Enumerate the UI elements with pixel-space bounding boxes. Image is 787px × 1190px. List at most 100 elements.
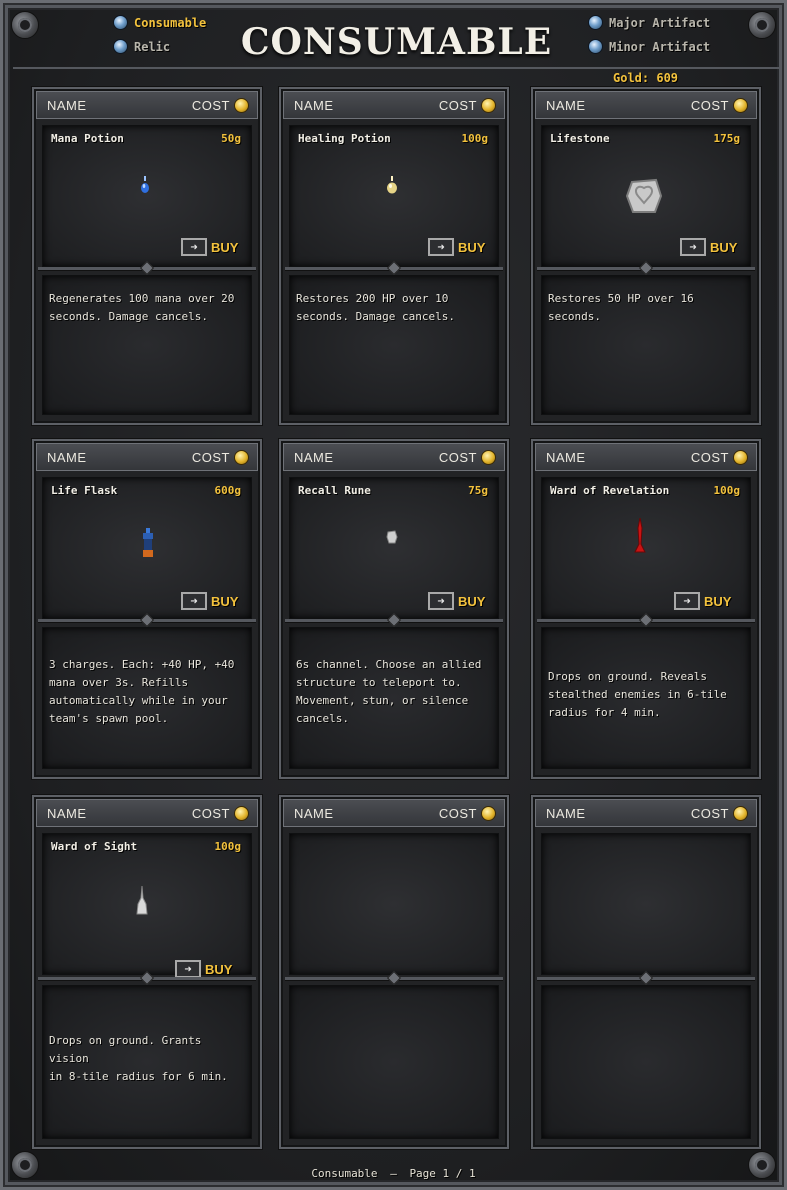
item-name: Life Flask — [51, 484, 118, 497]
arrow-right-icon: ➜ — [181, 592, 207, 610]
divider — [285, 977, 503, 980]
name-column-label: NAME — [546, 97, 586, 113]
item-preview: Lifestone 175g ➜ BUY — [541, 125, 751, 267]
mana-potion-icon — [141, 176, 149, 193]
item-price: 100g — [214, 840, 242, 853]
shop-window: CONSUMABLE Consumable Relic Major Artifa… — [0, 0, 787, 1190]
divider — [38, 267, 256, 270]
description-line: seconds. Damage cancels. — [49, 310, 208, 323]
shop-card: NAME COST Mana Potion 50g ➜ BUY Regenera… — [32, 87, 262, 425]
divider — [285, 619, 503, 622]
shop-card: NAME COST Lifestone 175g ➜ BUY Restores … — [531, 87, 761, 425]
buy-button[interactable]: ➜ BUY — [428, 592, 485, 610]
buy-button[interactable]: ➜ BUY — [428, 238, 485, 256]
name-column-label: NAME — [294, 449, 334, 465]
buy-button[interactable]: ➜ BUY — [674, 592, 731, 610]
item-description-panel: Restores 200 HP over 10 seconds. Damage … — [289, 275, 499, 415]
healing-potion-icon — [387, 176, 397, 194]
item-description-panel: 3 charges. Each: +40 HP, +40 mana over 3… — [42, 627, 252, 769]
item-description: Drops on ground. Reveals stealthed enemi… — [548, 668, 744, 722]
cost-column: COST — [191, 805, 249, 821]
name-column-label: NAME — [546, 805, 586, 821]
cost-column: COST — [691, 97, 748, 113]
name-column-label: NAME — [47, 449, 87, 465]
card-header: NAME COST — [36, 91, 258, 119]
tab-label: Minor Artifact — [609, 39, 711, 54]
ward-of-sight-icon — [136, 886, 148, 915]
coin-icon — [481, 449, 496, 465]
tab-relic[interactable]: Relic — [113, 39, 170, 54]
coin-icon — [733, 805, 748, 821]
name-column-label: NAME — [47, 97, 87, 113]
item-preview: Ward of Revelation 100g ➜ BUY — [541, 477, 751, 619]
divider — [537, 977, 755, 980]
item-name: Recall Rune — [298, 484, 371, 497]
item-price: 175g — [713, 132, 741, 145]
divider — [285, 267, 503, 270]
description-line: stealthed enemies in 6-tile — [548, 688, 727, 701]
recall-rune-icon — [386, 530, 398, 544]
cost-column: COST — [690, 805, 748, 821]
tab-label: Relic — [134, 39, 171, 54]
shop-card: NAME COST Ward of Sight 100g ➜ BUY Drops… — [32, 795, 262, 1149]
cost-column-label: COST — [438, 97, 477, 113]
empty-shop-card: NAME COST — [279, 795, 509, 1149]
description-line: mana over 3s. Refills — [49, 676, 189, 689]
gold-counter: Gold: 609 — [613, 71, 679, 85]
divider — [537, 619, 755, 622]
description-line: Drops on ground. Reveals — [548, 670, 707, 683]
tab-consumable[interactable]: Consumable — [113, 15, 206, 30]
tab-minor-artifact[interactable]: Minor Artifact — [588, 39, 710, 54]
buy-label: BUY — [704, 593, 732, 609]
description-line: Restores 200 HP over 10 — [296, 292, 449, 305]
buy-label: BUY — [211, 593, 239, 609]
buy-button[interactable]: ➜ BUY — [680, 238, 737, 256]
description-line: structure to teleport to. — [296, 676, 462, 689]
gem-icon — [588, 39, 603, 54]
item-price: 100g — [461, 132, 489, 145]
item-description-panel: 6s channel. Choose an allied structure t… — [289, 627, 499, 769]
buy-label: BUY — [211, 239, 239, 255]
item-description: Restores 50 HP over 16 seconds. — [548, 290, 744, 326]
item-price: 75g — [468, 484, 488, 497]
description-line: seconds. — [548, 310, 601, 323]
footer-page: Page 1 / 1 — [409, 1167, 476, 1180]
coin-icon — [733, 97, 748, 113]
card-header: NAME COST — [283, 799, 505, 827]
cost-column: COST — [192, 449, 249, 465]
coin-icon — [234, 805, 249, 821]
item-price: 100g — [713, 484, 741, 497]
cost-column: COST — [438, 449, 496, 465]
name-column-label: NAME — [294, 97, 334, 113]
item-description-panel: Regenerates 100 mana over 20 seconds. Da… — [42, 275, 252, 415]
item-price: 50g — [221, 132, 241, 145]
gem-icon — [588, 15, 603, 30]
card-header: NAME COST — [36, 443, 258, 471]
tab-label: Consumable — [134, 15, 207, 30]
description-line: cancels. — [296, 712, 349, 725]
item-preview: Mana Potion 50g ➜ BUY — [42, 125, 252, 267]
coin-icon — [733, 449, 748, 465]
buy-button[interactable]: ➜ BUY — [181, 592, 238, 610]
item-description: 3 charges. Each: +40 HP, +40 mana over 3… — [49, 656, 245, 728]
buy-button[interactable]: ➜ BUY — [181, 238, 238, 256]
buy-button[interactable]: ➜ BUY — [175, 960, 232, 978]
shop-card: NAME COST Recall Rune 75g ➜ BUY 6s chann… — [279, 439, 509, 779]
item-name: Mana Potion — [51, 132, 124, 145]
cost-column-label: COST — [191, 805, 230, 821]
page-indicator: Consumable — Page 1 / 1 — [3, 1167, 784, 1180]
shop-header: CONSUMABLE Consumable Relic Major Artifa… — [13, 11, 780, 69]
tab-major-artifact[interactable]: Major Artifact — [588, 15, 710, 30]
description-line: in 8-tile radius for 6 min. — [49, 1070, 228, 1083]
footer-separator: — — [390, 1167, 397, 1180]
item-description: Regenerates 100 mana over 20 seconds. Da… — [49, 290, 245, 326]
cost-column-label: COST — [690, 805, 729, 821]
cost-column-label: COST — [438, 449, 477, 465]
item-preview — [289, 833, 499, 975]
item-description-panel: Drops on ground. Reveals stealthed enemi… — [541, 627, 751, 769]
card-header: NAME COST — [283, 443, 505, 471]
arrow-right-icon: ➜ — [181, 238, 207, 256]
cost-column: COST — [439, 805, 496, 821]
footer-category: Consumable — [311, 1167, 378, 1180]
card-header: NAME COST — [535, 91, 757, 119]
